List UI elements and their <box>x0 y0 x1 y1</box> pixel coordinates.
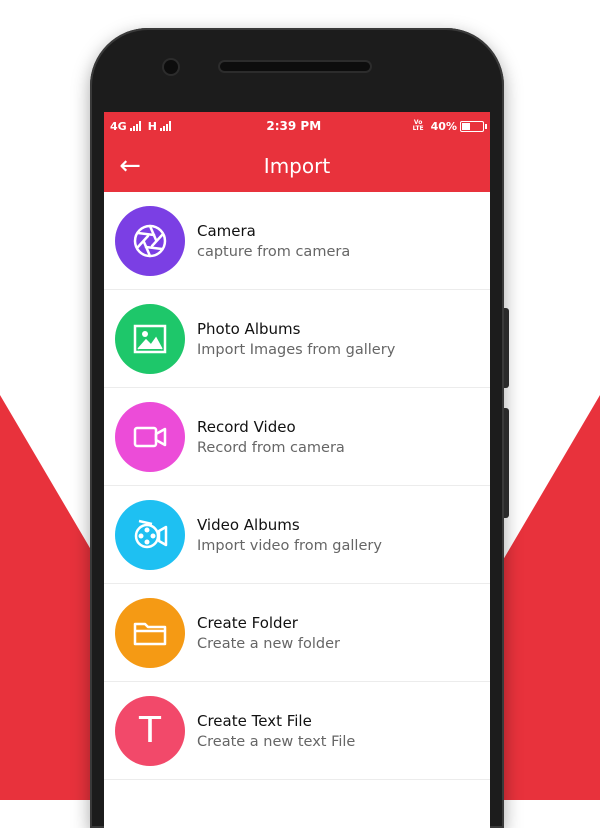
item-subtitle: Create a new folder <box>197 635 340 652</box>
item-subtitle: Create a new text File <box>197 733 356 750</box>
network-label-2: H <box>147 119 157 133</box>
create-folder-icon-circle <box>115 597 185 668</box>
image-icon <box>133 324 167 353</box>
item-title: Camera <box>197 221 256 240</box>
power-button <box>504 408 509 518</box>
signal-icon-2 <box>159 121 171 131</box>
front-camera <box>164 60 178 74</box>
video-albums-icon-circle <box>115 499 185 570</box>
list-item-video-albums[interactable]: Video Albums Import video from gallery <box>104 486 490 584</box>
battery-percent: 40% <box>430 119 457 133</box>
item-title: Video Albums <box>197 515 300 534</box>
status-bar-left: 4G H <box>110 120 175 133</box>
item-title: Create Folder <box>197 613 298 632</box>
import-options-list: Camera capture from camera Photo Albums … <box>104 192 490 780</box>
signal-icon <box>129 121 141 131</box>
page-title: Import <box>263 154 331 178</box>
volte-icon: Vo LTE <box>412 119 424 132</box>
item-subtitle: Record from camera <box>197 439 345 456</box>
item-subtitle: capture from camera <box>197 243 351 260</box>
list-item-create-folder[interactable]: Create Folder Create a new folder <box>104 584 490 682</box>
phone-screen: 4G H 2:39 PM Vo LTE 40% ← Import Camera … <box>104 112 490 828</box>
item-title: Photo Albums <box>197 319 301 338</box>
phone-frame: 4G H 2:39 PM Vo LTE 40% ← Import Camera … <box>90 28 509 828</box>
back-arrow-icon[interactable]: ← <box>104 140 156 192</box>
status-time: 2:39 PM <box>266 119 322 133</box>
video-camera-icon <box>133 426 167 447</box>
battery-icon <box>459 120 487 132</box>
earpiece-speaker <box>220 62 370 71</box>
item-title: Record Video <box>197 417 296 436</box>
record-video-icon-circle <box>115 401 185 472</box>
photo-albums-icon-circle <box>115 303 185 374</box>
item-subtitle: Import Images from gallery <box>197 341 396 358</box>
create-text-file-icon-circle: T <box>115 695 185 766</box>
film-reel-icon <box>134 519 168 548</box>
background-red-shape-left <box>0 395 100 800</box>
status-bar: 4G H 2:39 PM Vo LTE 40% <box>104 112 490 140</box>
camera-icon-circle <box>115 205 185 276</box>
camera-shutter-icon <box>133 224 167 257</box>
folder-icon <box>133 622 167 645</box>
text-file-icon: T <box>139 710 161 751</box>
list-item-photo-albums[interactable]: Photo Albums Import Images from gallery <box>104 290 490 388</box>
app-toolbar: ← Import <box>104 140 490 192</box>
list-item-record-video[interactable]: Record Video Record from camera <box>104 388 490 486</box>
background-red-shape-right <box>500 395 600 800</box>
list-item-camera[interactable]: Camera capture from camera <box>104 192 490 290</box>
volume-button <box>504 308 509 388</box>
item-subtitle: Import video from gallery <box>197 537 382 554</box>
list-item-create-text-file[interactable]: T Create Text File Create a new text Fil… <box>104 682 490 780</box>
network-label-1: 4G <box>110 119 127 133</box>
status-bar-right: Vo LTE 40% <box>412 119 487 133</box>
item-title: Create Text File <box>197 711 312 730</box>
